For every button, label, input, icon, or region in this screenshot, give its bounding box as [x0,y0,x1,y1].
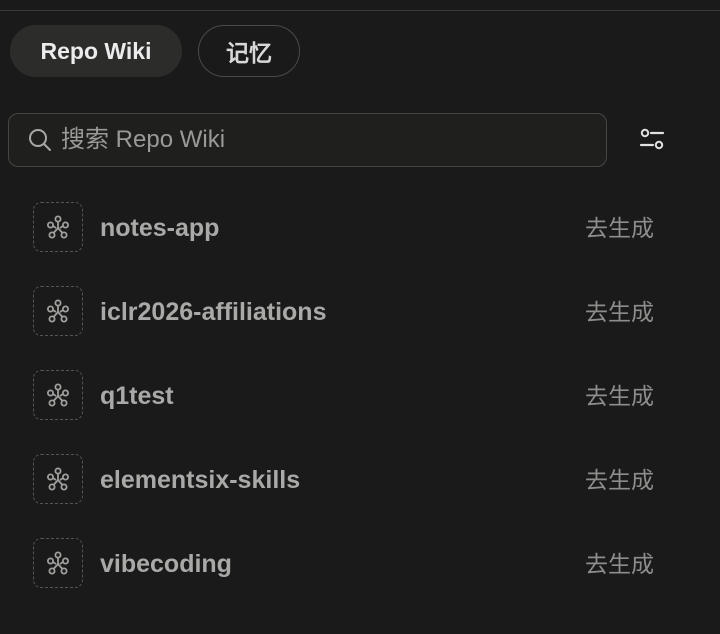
generate-link[interactable]: 去生成 [585,296,654,328]
graph-icon [33,286,83,336]
generate-link[interactable]: 去生成 [585,212,654,244]
graph-icon [33,454,83,504]
search-icon [27,127,53,153]
tab-repo-wiki[interactable]: Repo Wiki [10,25,182,77]
repo-name: vibecoding [100,550,232,578]
repo-wiki-panel: Repo Wiki 记忆 搜索 Repo Wiki notes-app 去生成 … [0,0,720,634]
list-item[interactable]: elementsix-skills 去生成 [0,438,720,522]
list-item[interactable]: notes-app 去生成 [0,186,720,270]
generate-link[interactable]: 去生成 [585,548,654,580]
tab-memory[interactable]: 记忆 [198,25,300,77]
graph-icon [33,202,83,252]
list-item[interactable]: q1test 去生成 [0,354,720,438]
list-item[interactable]: vibecoding 去生成 [0,522,720,606]
filter-button[interactable] [630,122,674,160]
graph-icon [33,538,83,588]
search-input[interactable] [61,126,606,154]
repo-name: elementsix-skills [100,466,301,494]
sliders-icon [637,124,667,159]
graph-icon [33,370,83,420]
list-item[interactable]: iclr2026-affiliations 去生成 [0,270,720,354]
repo-name: iclr2026-affiliations [100,298,327,326]
generate-link[interactable]: 去生成 [585,464,654,496]
generate-link[interactable]: 去生成 [585,380,654,412]
repo-name: q1test [100,382,174,410]
tab-bar: Repo Wiki 记忆 [10,25,300,77]
repo-name: notes-app [100,214,220,242]
top-divider [0,10,720,11]
search-box[interactable] [8,113,607,167]
repo-list: notes-app 去生成 iclr2026-affiliations 去生成 … [0,186,720,606]
